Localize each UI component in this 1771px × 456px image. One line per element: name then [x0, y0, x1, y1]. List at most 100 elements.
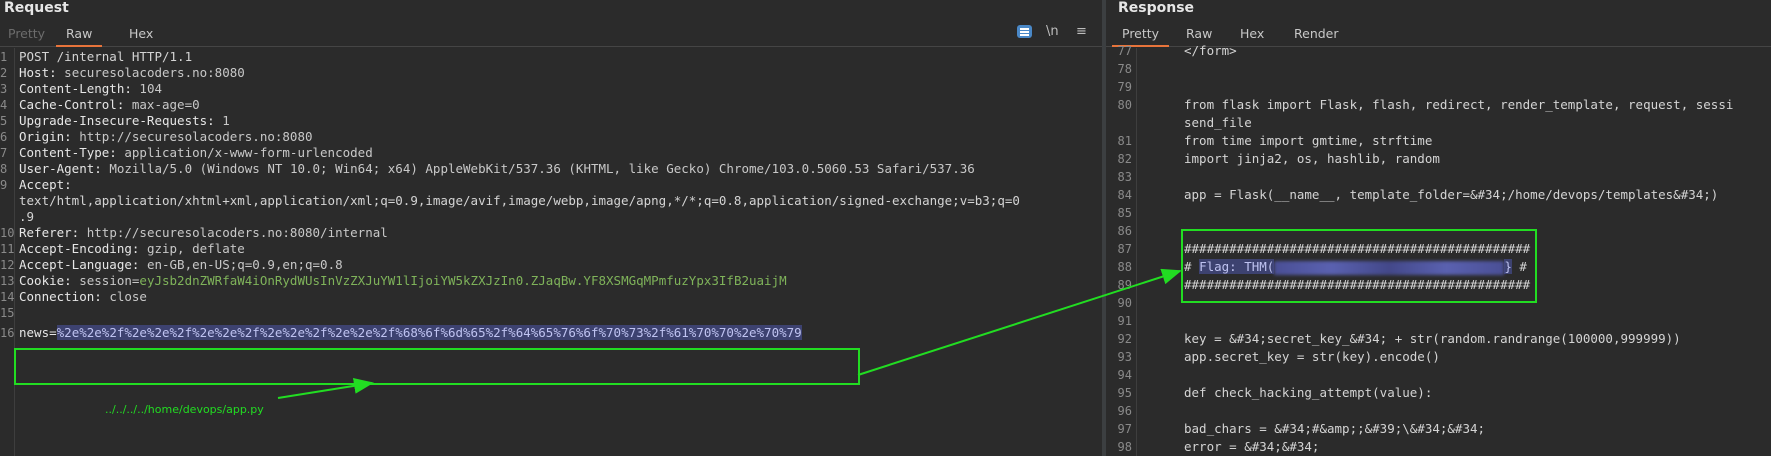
- request-title: Request: [4, 0, 69, 16]
- line-plain: def check_hacking_attempt(value):: [1184, 385, 1433, 400]
- code-line[interactable]: 93 app.secret_key = str(key).encode(): [1106, 348, 1771, 366]
- code-line[interactable]: 91: [1106, 312, 1771, 330]
- code-line[interactable]: 16 news=%2e%2e%2f%2e%2e%2f%2e%2e%2f%2e%2e…: [0, 324, 1102, 342]
- line-plain: ########################################…: [1184, 241, 1531, 256]
- flag-suffix: #: [1511, 259, 1527, 274]
- code-line[interactable]: 97 bad_chars = &#34;#&amp;;&#39;\&#34;&#3…: [1106, 420, 1771, 438]
- header-key: Content-Length:: [19, 81, 132, 96]
- header-key: Content-Type:: [19, 145, 117, 160]
- tab-raw[interactable]: Raw: [55, 26, 103, 47]
- line-number: 82: [1117, 152, 1132, 166]
- line-number: 90: [1117, 296, 1132, 310]
- line-number: 77: [1117, 44, 1132, 58]
- line-plain: error = &#34;&#34;: [1184, 439, 1320, 454]
- code-line[interactable]: 89 ######################################…: [1106, 276, 1771, 294]
- line-text: error = &#34;&#34;: [1184, 438, 1319, 456]
- tab-hex[interactable]: Hex: [129, 26, 153, 41]
- line-text: key = &#34;secret_key_&#34; + str(random…: [1184, 330, 1681, 348]
- response-title: Response: [1118, 0, 1195, 16]
- code-line[interactable]: 79: [1106, 78, 1771, 96]
- header-value: session=: [71, 273, 140, 288]
- tab-render[interactable]: Render: [1294, 26, 1339, 41]
- code-line[interactable]: 92 key = &#34;secret_key_&#34; + str(rand…: [1106, 330, 1771, 348]
- code-line[interactable]: 15: [0, 304, 1102, 322]
- line-plain: from time import gmtime, strftime: [1184, 133, 1433, 148]
- header-key: Upgrade-Insecure-Requests:: [19, 113, 215, 128]
- line-number: 93: [1117, 350, 1132, 364]
- code-line[interactable]: 96: [1106, 402, 1771, 420]
- line-plain: send_file: [1184, 115, 1252, 130]
- line-text: send_file: [1184, 114, 1252, 132]
- code-line[interactable]: 77 </form>: [1106, 42, 1771, 60]
- line-number: 98: [1117, 440, 1132, 454]
- code-line[interactable]: 98 error = &#34;&#34;: [1106, 438, 1771, 456]
- response-editor[interactable]: 77 </form> 78 79 80 from flask import Flask, …: [1106, 43, 1771, 456]
- code-line[interactable]: 94: [1106, 366, 1771, 384]
- code-line[interactable]: 84 app = Flask(__name__, template_folder=…: [1106, 186, 1771, 204]
- code-line[interactable]: 88 # Flag: THM(} #: [1106, 258, 1771, 276]
- code-line[interactable]: 87 ######################################…: [1106, 240, 1771, 258]
- code-line[interactable]: 85: [1106, 204, 1771, 222]
- code-line[interactable]: 80 from flask import Flask, flash, redire…: [1106, 96, 1771, 114]
- code-line[interactable]: 86: [1106, 222, 1771, 240]
- line-number: 15: [0, 306, 15, 320]
- code-line[interactable]: 78: [1106, 60, 1771, 78]
- line-plain: #: [1184, 259, 1200, 274]
- line-text: ########################################…: [1184, 240, 1530, 258]
- tab-pretty[interactable]: Pretty: [1111, 26, 1170, 47]
- line-plain: text/html,application/xhtml+xml,applicat…: [19, 193, 1020, 208]
- request-editor[interactable]: 1 POST /internal HTTP/1.1 2 Host: securesol…: [0, 48, 1102, 456]
- header-key: Cookie:: [19, 273, 72, 288]
- request-tabs: Pretty Raw Hex: [0, 22, 1102, 47]
- code-line[interactable]: send_file: [1106, 114, 1771, 132]
- newline-icon[interactable]: \n: [1046, 24, 1059, 39]
- header-value: securesolacoders.no:8080: [56, 65, 245, 80]
- tab-pretty[interactable]: Pretty: [8, 26, 45, 41]
- line-text: bad_chars = &#34;#&amp;;&#39;\&#34;&#34;: [1184, 420, 1485, 438]
- line-number: 81: [1117, 134, 1132, 148]
- code-line[interactable]: 83: [1106, 168, 1771, 186]
- format-icon[interactable]: [1017, 25, 1032, 38]
- tab-hex[interactable]: Hex: [1240, 26, 1264, 41]
- line-number: 16: [0, 326, 15, 340]
- line-number: 97: [1117, 422, 1132, 436]
- header-value: application/x-www-form-urlencoded: [116, 145, 373, 160]
- code-line[interactable]: 82 import jinja2, os, hashlib, random: [1106, 150, 1771, 168]
- line-number: 83: [1117, 170, 1132, 184]
- line-text: import jinja2, os, hashlib, random: [1184, 150, 1440, 168]
- header-key: Connection:: [19, 289, 102, 304]
- header-value: max-age=0: [124, 97, 200, 112]
- line-number: 78: [1117, 62, 1132, 76]
- code-line[interactable]: 95 def check_hacking_attempt(value):: [1106, 384, 1771, 402]
- selected-payload[interactable]: %2e%2e%2f%2e%2e%2f%2e%2e%2f%2e%2e%2f%2e%…: [56, 325, 802, 340]
- line-text: app.secret_key = str(key).encode(): [1184, 348, 1440, 366]
- tab-raw[interactable]: Raw: [1186, 26, 1212, 41]
- line-number: 92: [1117, 332, 1132, 346]
- header-key: Accept-Encoding:: [19, 241, 140, 256]
- line-plain: </form>: [1184, 43, 1237, 58]
- line-text: from time import gmtime, strftime: [1184, 132, 1432, 150]
- line-plain: import jinja2, os, hashlib, random: [1184, 151, 1440, 166]
- flag-close: }: [1504, 259, 1512, 274]
- header-value: gzip, deflate: [139, 241, 245, 256]
- code-line[interactable]: 90: [1106, 294, 1771, 312]
- line-number: 84: [1117, 188, 1132, 202]
- line-text: </form>: [1184, 42, 1237, 60]
- request-pane: Request Pretty Raw Hex \n ≡ 1 POST /inter…: [0, 0, 1102, 456]
- menu-icon[interactable]: ≡: [1076, 24, 1087, 39]
- header-key: Referer:: [19, 225, 80, 240]
- header-key: news=: [19, 325, 57, 340]
- header-value: 1: [214, 113, 230, 128]
- line-number: 95: [1117, 386, 1132, 400]
- redacted-flag: [1274, 260, 1505, 275]
- header-key: Host:: [19, 65, 57, 80]
- line-number: 80: [1117, 98, 1132, 112]
- line-text: ########################################…: [1184, 276, 1530, 294]
- header-value: en-GB,en-US;q=0.9,en;q=0.8: [139, 257, 343, 272]
- line-number: 91: [1117, 314, 1132, 328]
- line-plain: bad_chars = &#34;#&amp;;&#39;\&#34;&#34;: [1184, 421, 1486, 436]
- line-plain: key = &#34;secret_key_&#34; + str(random…: [1184, 331, 1681, 346]
- header-value: close: [101, 289, 147, 304]
- header-key: Accept:: [19, 177, 72, 192]
- code-line[interactable]: 81 from time import gmtime, strftime: [1106, 132, 1771, 150]
